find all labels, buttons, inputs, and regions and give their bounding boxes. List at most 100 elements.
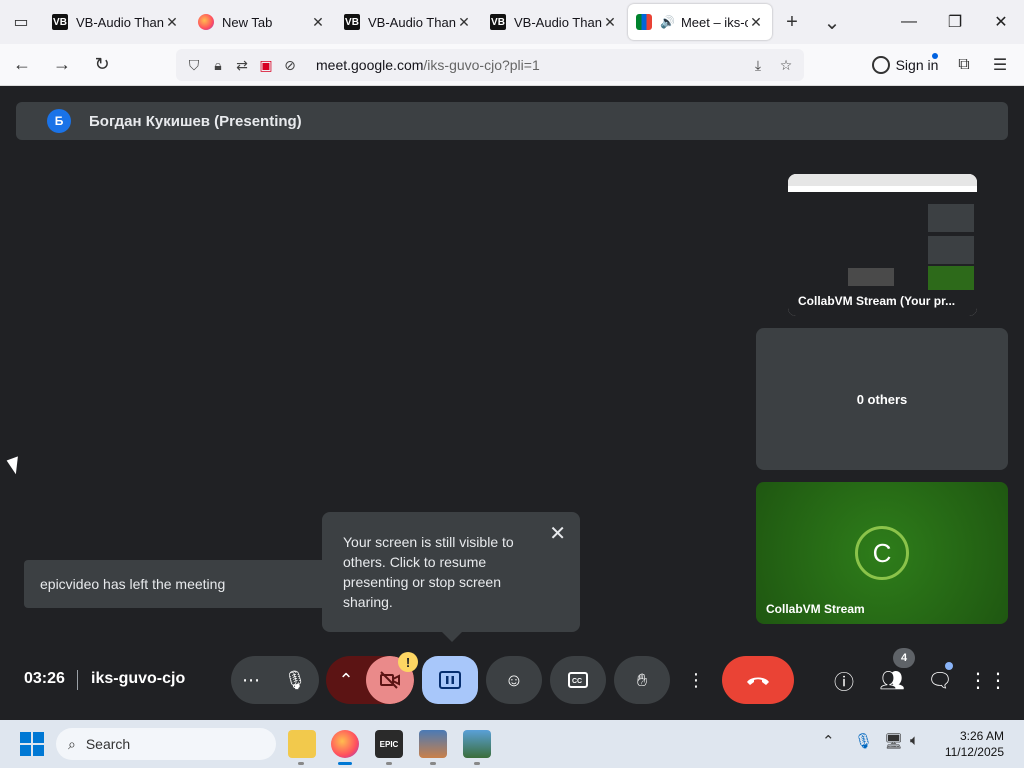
tray-microphone-icon[interactable]: 🎙︎ [854,732,873,750]
sign-in-button[interactable]: Sign in [868,49,942,81]
back-arrow-icon[interactable]: ← [4,47,40,83]
others-tile[interactable]: 0 others [756,328,1008,470]
maximize-icon[interactable]: ❐ [932,0,978,44]
present-now-button[interactable] [422,656,478,704]
microphone-icon[interactable]: 🎙︎ [271,670,319,691]
chat-notification-dot [945,662,953,670]
taskbar-search-box[interactable]: ⌕ Search [56,728,276,760]
vb-audio-favicon-icon: VB [490,14,506,30]
more-options-vertical-icon[interactable]: ⋮ [678,656,714,704]
taskbar-clock[interactable]: 3:26 AM 11/12/2025 [945,728,1004,760]
epic-games-icon[interactable]: EPIC [375,730,403,758]
windows-start-icon[interactable] [20,732,44,756]
tab-close-icon[interactable]: ✕ [748,14,764,31]
activities-grid-icon[interactable]: ⋮⋮ [968,660,1008,700]
others-label: 0 others [856,391,908,407]
tab-vb-audio-2[interactable]: VB VB-Audio Thank ✕ [336,4,480,40]
volume-icon[interactable]: 🔈︎ [910,732,919,749]
meeting-time: 03:26 [24,670,65,687]
camera-options-chevron-up-icon[interactable]: ⌃ [326,656,366,704]
close-icon[interactable]: ✕ [549,524,566,544]
tab-close-icon[interactable]: ✕ [602,14,618,31]
thumbnail-browser-chrome [788,174,977,186]
browser-tab-bar: ▭ VB VB-Audio Thank ✕ New Tab ✕ VB VB-Au… [0,0,1024,44]
svg-text:CC: CC [572,678,582,685]
meeting-info-divider [77,670,78,690]
chat-icon[interactable]: 🗨︎ [920,660,960,700]
mouse-cursor-icon [6,456,24,476]
screen-visible-popup[interactable]: Your screen is still visible to others. … [322,512,580,632]
tab-close-icon[interactable]: ✕ [456,14,472,31]
thumbnail-mini-popup [848,268,894,286]
chevron-down-icon[interactable]: ⌄ [812,0,852,44]
presenter-label: Богдан Кукишев (Presenting) [89,112,302,130]
thumbnail-mini-tile [928,204,974,232]
firefox-taskbar-icon[interactable] [331,730,359,758]
raise-hand-icon[interactable]: ✋︎ [614,656,670,704]
forward-arrow-icon[interactable]: → [44,47,80,83]
thumbnail-mini-tile [928,266,974,290]
clock-time: 3:26 AM [959,729,1004,743]
tab-close-icon[interactable]: ✕ [310,14,326,31]
meeting-code: iks-guvo-cjo [91,670,186,687]
shield-icon[interactable]: ⛉ [182,53,206,77]
mic-muted-indicator-icon[interactable]: ⊘ [278,53,302,77]
url-path: /iks-guvo-cjo?pli=1 [423,57,540,73]
mic-control-group: ⋯ 🎙︎ [231,656,319,704]
people-count-badge: 4 [893,648,915,668]
hang-up-phone-icon [747,677,769,685]
participant-tile[interactable]: C CollabVM Stream [756,482,1008,624]
address-bar[interactable]: ⛉ 🔒︎ ⇄ ▣ ⊘ meet.google.com/iks-guvo-cjo?… [176,49,804,81]
bookmark-star-icon[interactable]: ☆ [774,53,798,77]
self-tile-label: CollabVM Stream (Your pr... [798,294,956,308]
warning-badge-icon: ! [398,652,418,672]
url-text: meet.google.com/iks-guvo-cjo?pli=1 [316,57,540,73]
permissions-icon[interactable]: ⇄ [230,53,254,77]
speaker-icon[interactable]: 🔊 [660,15,675,29]
tab-close-icon[interactable]: ✕ [164,14,180,31]
self-presentation-tile[interactable]: CollabVM Stream (Your pr... [788,174,977,316]
tray-chevron-up-icon[interactable]: ⌃ [822,732,835,750]
app-active-indicator [338,762,352,765]
app-running-indicator [298,762,304,765]
tab-vb-audio-3[interactable]: VB VB-Audio Thank ✕ [482,4,626,40]
presenting-bar: Б Богдан Кукишев (Presenting) [16,102,1008,140]
tab-vb-audio-1[interactable]: VB VB-Audio Thank ✕ [44,4,188,40]
app-taskbar-icon[interactable] [463,730,491,758]
tab-list-icon[interactable]: ▭ [0,0,42,44]
participant-label: CollabVM Stream [766,602,865,616]
lock-icon[interactable]: 🔒︎ [206,53,230,77]
screen-share-indicator-icon[interactable]: ▣ [254,53,278,77]
install-app-icon[interactable]: ⤓ [746,53,770,77]
meeting-details-info-icon[interactable]: ⓘ [824,660,864,700]
hamburger-menu-icon[interactable]: ☰ [984,49,1016,81]
tab-title: Meet – iks-c [680,14,748,30]
network-icon[interactable]: 🖥︎ [884,732,903,750]
presenter-avatar: Б [47,109,71,133]
minimize-icon[interactable]: — [886,0,932,44]
tab-meet[interactable]: 🔊 Meet – iks-c ✕ [628,4,772,40]
captions-icon[interactable]: CC [550,656,606,704]
window-close-icon[interactable]: ✕ [978,0,1024,44]
extensions-puzzle-icon[interactable]: ⧉ [948,49,980,81]
tab-title: VB-Audio Thank [368,14,456,30]
app-taskbar-icon[interactable] [419,730,447,758]
new-tab-plus-icon[interactable]: + [772,0,812,44]
search-icon: ⌕ [68,735,76,752]
tab-new-tab[interactable]: New Tab ✕ [190,4,334,40]
app-running-indicator [474,762,480,765]
tab-title: VB-Audio Thank [514,14,602,30]
app-running-indicator [430,762,436,765]
firefox-favicon-icon [198,14,214,30]
reload-icon[interactable]: ↻ [84,47,120,83]
popup-text: Your screen is still visible to others. … [343,534,514,610]
end-call-button[interactable] [722,656,794,704]
file-explorer-icon[interactable] [288,730,316,758]
captions-svg: CC [568,672,588,688]
participant-avatar: C [855,526,909,580]
audio-options-more-icon[interactable]: ⋯ [231,670,271,691]
windows-taskbar: ⌕ Search EPIC ⌃ 🎙︎ 🖥︎ 🔈︎ 3:26 AM 11/12/2… [0,720,1024,768]
emoji-reaction-icon[interactable]: ☺ [486,656,542,704]
sign-in-label: Sign in [895,57,939,73]
present-icon [439,671,461,689]
